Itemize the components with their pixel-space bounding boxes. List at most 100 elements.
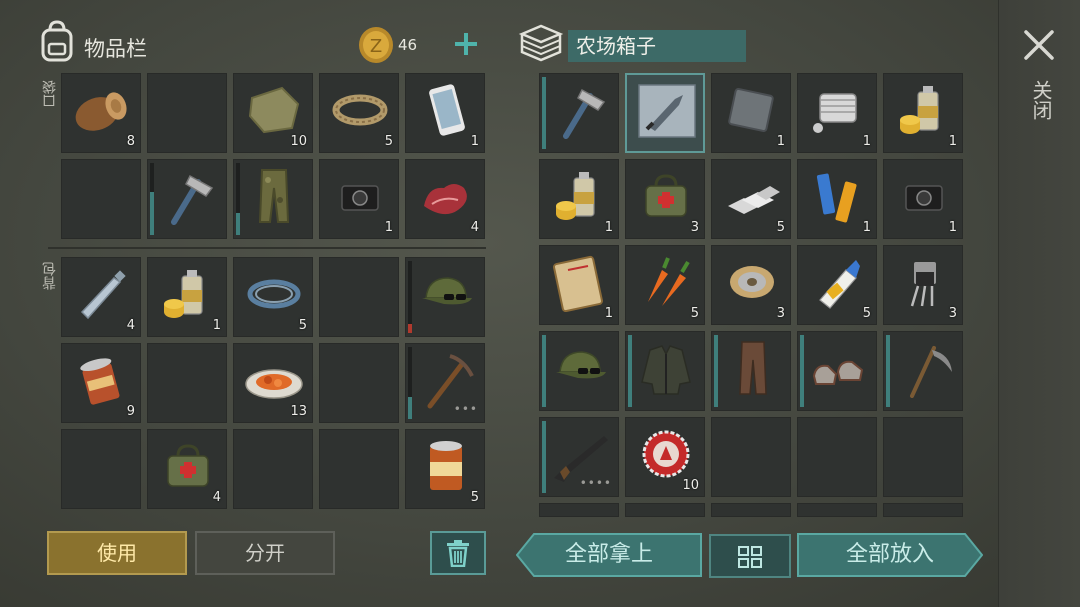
- trash-button[interactable]: [430, 531, 486, 575]
- item-slot[interactable]: 5: [319, 73, 399, 153]
- item-slot[interactable]: 1: [711, 73, 791, 153]
- empty-slot[interactable]: [883, 417, 963, 497]
- item-slot[interactable]: [625, 73, 705, 153]
- empty-slot[interactable]: [319, 429, 399, 509]
- item-slot[interactable]: 3: [625, 159, 705, 239]
- item-quantity: 10: [682, 478, 699, 493]
- item-slot[interactable]: 5: [797, 245, 877, 325]
- put-all-label: 全部放入: [845, 542, 934, 567]
- take-all-button[interactable]: 全部拿上: [516, 533, 702, 577]
- item-slot[interactable]: [233, 159, 313, 239]
- item-slot[interactable]: [405, 257, 485, 337]
- item-slot[interactable]: 1: [883, 159, 963, 239]
- item-slot[interactable]: 1: [539, 245, 619, 325]
- storage-box-icon: [518, 24, 564, 62]
- item-quantity: 5: [690, 306, 699, 321]
- durability-bar: [714, 335, 718, 407]
- item-quantity: 5: [470, 490, 479, 505]
- wire-coil-icon: [247, 279, 301, 309]
- spray-paint-icon: [164, 270, 203, 318]
- put-all-button[interactable]: 全部放入: [797, 533, 983, 577]
- empty-slot[interactable]: [319, 257, 399, 337]
- item-slot[interactable]: [539, 331, 619, 411]
- item-quantity: 10: [290, 134, 307, 149]
- add-coins-button[interactable]: [452, 30, 480, 58]
- item-slot[interactable]: 5: [233, 257, 313, 337]
- water-bottle-icon: [80, 270, 126, 320]
- empty-slot[interactable]: [539, 503, 619, 517]
- empty-slot[interactable]: [61, 159, 141, 239]
- item-slot[interactable]: 10: [625, 417, 705, 497]
- empty-slot[interactable]: [711, 417, 791, 497]
- empty-slot[interactable]: [147, 343, 227, 423]
- item-slot[interactable]: 1: [539, 159, 619, 239]
- item-slot[interactable]: 1: [797, 159, 877, 239]
- item-slot[interactable]: [147, 159, 227, 239]
- open-can-icon: [80, 358, 120, 405]
- shotgun-icon: [554, 436, 608, 482]
- item-slot[interactable]: [797, 331, 877, 411]
- item-slot[interactable]: 3: [711, 245, 791, 325]
- durability-fill: [236, 213, 240, 235]
- item-slot[interactable]: 5: [405, 429, 485, 509]
- empty-slot[interactable]: [61, 429, 141, 509]
- backpack-grid: 4 1 5 9 13 ••• 4 5: [61, 257, 485, 509]
- item-slot[interactable]: 3: [883, 245, 963, 325]
- item-quantity: 4: [212, 490, 221, 505]
- item-slot[interactable]: 9: [61, 343, 141, 423]
- item-quantity: 3: [948, 306, 957, 321]
- durability-fill: [542, 335, 546, 407]
- item-slot[interactable]: 4: [405, 159, 485, 239]
- empty-slot[interactable]: [883, 503, 963, 517]
- item-slot[interactable]: 1: [319, 159, 399, 239]
- item-slot[interactable]: 10: [233, 73, 313, 153]
- coin-icon: Z: [359, 27, 393, 63]
- item-slot[interactable]: [711, 331, 791, 411]
- item-slot[interactable]: 1: [405, 73, 485, 153]
- sort-button[interactable]: [709, 534, 791, 578]
- item-slot[interactable]: 1: [883, 73, 963, 153]
- item-quantity: 4: [126, 318, 135, 333]
- item-slot[interactable]: 13: [233, 343, 313, 423]
- item-slot[interactable]: 1: [147, 257, 227, 337]
- item-quantity: 5: [862, 306, 871, 321]
- scythe-icon: [910, 346, 952, 398]
- item-slot[interactable]: 5: [625, 245, 705, 325]
- use-button[interactable]: 使用: [47, 531, 187, 575]
- item-slot[interactable]: •••: [405, 343, 485, 423]
- item-slot[interactable]: 1: [797, 73, 877, 153]
- empty-slot[interactable]: [147, 73, 227, 153]
- item-slot[interactable]: ••••: [539, 417, 619, 497]
- close-label: 关闭: [1029, 80, 1053, 120]
- empty-slot[interactable]: [233, 429, 313, 509]
- carrots-icon: [648, 257, 690, 306]
- durability-fill: [800, 335, 804, 407]
- ammo-indicator: •••: [453, 402, 478, 416]
- bottle-cap-icon: [642, 430, 690, 478]
- silver-bars-icon: [728, 186, 780, 214]
- take-all-label: 全部拿上: [564, 542, 653, 567]
- item-slot[interactable]: [883, 331, 963, 411]
- close-button[interactable]: [1022, 28, 1056, 62]
- durability-bar: [408, 347, 412, 419]
- camera-icon: [341, 185, 379, 211]
- empty-slot[interactable]: [711, 503, 791, 517]
- item-slot[interactable]: 5: [711, 159, 791, 239]
- item-slot[interactable]: 8: [61, 73, 141, 153]
- empty-slot[interactable]: [625, 503, 705, 517]
- durability-bar: [542, 335, 546, 407]
- item-slot[interactable]: 4: [61, 257, 141, 337]
- empty-slot[interactable]: [797, 503, 877, 517]
- durability-fill: [628, 335, 632, 407]
- pocket-grid: 8 10 5 1 1 4: [61, 73, 485, 239]
- split-button[interactable]: 分开: [195, 531, 335, 575]
- empty-slot[interactable]: [319, 343, 399, 423]
- item-slot[interactable]: 4: [147, 429, 227, 509]
- item-slot[interactable]: [539, 73, 619, 153]
- durability-fill: [886, 335, 890, 407]
- item-slot[interactable]: [625, 331, 705, 411]
- item-quantity: 9: [126, 404, 135, 419]
- empty-slot[interactable]: [797, 417, 877, 497]
- transistor-icon: [910, 262, 936, 307]
- spray-paint-icon: [900, 86, 939, 134]
